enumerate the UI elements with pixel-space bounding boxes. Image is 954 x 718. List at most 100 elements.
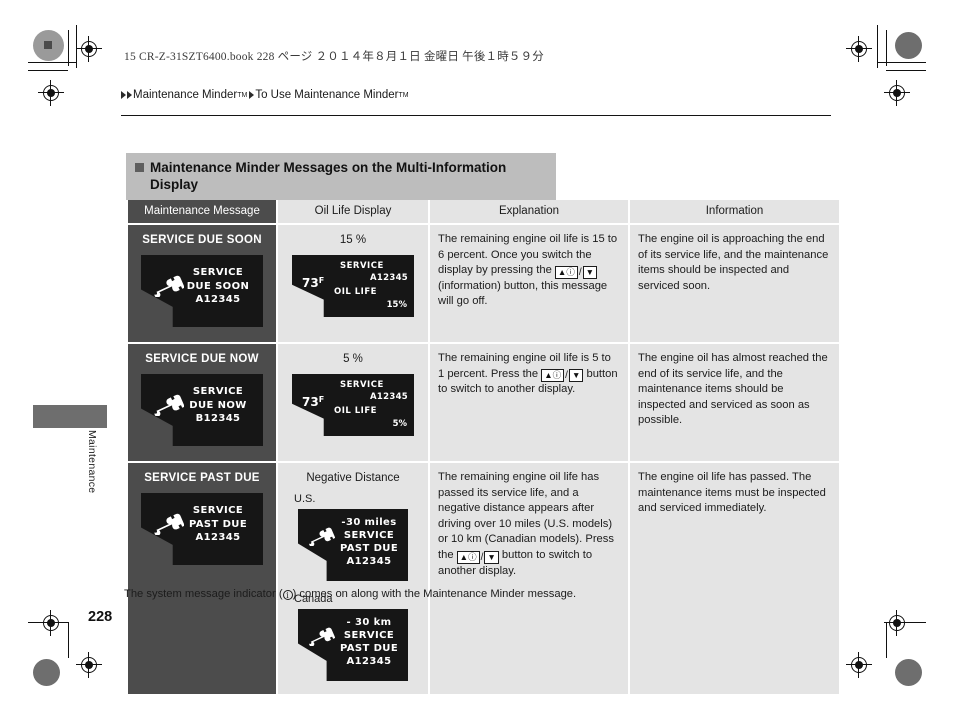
- lcd-line-2: PAST DUE: [188, 518, 248, 530]
- triangle-icon-3: [249, 91, 255, 99]
- lcd-line-3: A12345: [195, 294, 241, 305]
- table-row: SERVICE PAST DUE SERVICE PAST DUE A12345: [128, 463, 839, 694]
- explanation-cell: The remaining engine oil life has passed…: [430, 463, 628, 694]
- oil-life-display-cell: 15 % 73F SERVICE A12345 OIL LIFE 15%: [278, 225, 428, 342]
- maintenance-message-cell: SERVICE DUE NOW SERVICE DUE NOW B12345: [128, 344, 276, 461]
- lcd-line-2: SERVICE: [343, 530, 395, 541]
- lcd-line-1: - 30 km: [346, 617, 392, 628]
- lcd-oil-life-value: 5%: [392, 419, 407, 429]
- registration-mark-br: [884, 610, 910, 636]
- registration-mark-bl: [38, 610, 64, 636]
- information-cell: The engine oil is approaching the end of…: [630, 225, 839, 342]
- glyph-down-arrow: ▼: [585, 266, 595, 277]
- footnote-text-post: ) comes on along with the Maintenance Mi…: [292, 588, 577, 600]
- lcd-line-1: SERVICE: [192, 267, 244, 278]
- manual-page: 15 CR-Z-31SZT6400.book 228 ページ ２０１４年８月１日…: [0, 0, 954, 718]
- lcd-line-2: DUE NOW: [189, 399, 247, 411]
- oil-life-percent: 5 %: [343, 353, 363, 365]
- lcd-oil-life-label: OIL LIFE: [334, 287, 377, 297]
- print-blob-mark-br: [895, 659, 922, 686]
- breadcrumb-item-1-trademark: TM: [237, 91, 248, 99]
- breadcrumb-item-1[interactable]: Maintenance Minder: [133, 89, 237, 101]
- lcd-line-3: A12345: [195, 532, 241, 543]
- wrench-icon: [150, 513, 184, 535]
- page-number: 228: [88, 609, 113, 625]
- triangle-icon-2: [127, 91, 132, 99]
- registration-mark-tr2: [884, 80, 910, 106]
- lcd-text: SERVICE DUE SOON A12345: [181, 266, 255, 307]
- crop-line-tl-v: [68, 30, 69, 66]
- crop-line-bl-h: [28, 622, 69, 623]
- system-message-indicator-icon: i: [282, 590, 293, 600]
- registration-mark-bl2: [76, 652, 102, 678]
- lcd-display-canada-negative-distance: - 30 km SERVICE PAST DUE A12345: [298, 609, 408, 681]
- lcd-line-3: PAST DUE: [339, 643, 399, 654]
- lcd-line-2: SERVICE: [343, 630, 395, 641]
- crop-line-tl-v2: [76, 25, 77, 68]
- region-label-us: U.S.: [294, 493, 316, 505]
- crop-line-br-v: [886, 622, 887, 658]
- lcd-line-3: B12345: [195, 413, 241, 424]
- crop-line-tl-h: [28, 70, 68, 71]
- print-blob-mark-tr: [895, 32, 922, 59]
- column-header-explanation: Explanation: [430, 200, 628, 223]
- explanation-cell: The remaining engine oil life is 5 to 1 …: [430, 344, 628, 461]
- lcd-oil-life-value: 15%: [386, 300, 407, 310]
- breadcrumb-item-2[interactable]: To Use Maintenance Minder: [255, 89, 398, 101]
- table-header-row: Maintenance Message Oil Life Display Exp…: [128, 200, 839, 223]
- lcd-text: SERVICE PAST DUE A12345: [181, 504, 255, 545]
- info-button-glyph: ▲ⓘ / ▼: [456, 550, 499, 564]
- glyph-up-arrow: ▲: [544, 370, 553, 381]
- lcd-line-1: -30 miles: [341, 517, 397, 528]
- lcd-display-oil-life: 73F SERVICE A12345 OIL LIFE 15%: [292, 255, 414, 317]
- wrench-icon: [150, 394, 184, 416]
- lcd-line-3: PAST DUE: [339, 543, 399, 554]
- lcd-line-4: A12345: [346, 556, 392, 567]
- explanation-text-pre: The remaining engine oil life has passed…: [438, 471, 614, 561]
- oil-life-display-cell: 5 % 73F SERVICE A12345 OIL LIFE 5%: [278, 344, 428, 461]
- section-title: Maintenance Minder Messages on the Multi…: [126, 153, 556, 200]
- negative-distance-heading: Negative Distance: [306, 472, 400, 484]
- maintenance-messages-table: Maintenance Message Oil Life Display Exp…: [126, 198, 841, 696]
- message-label: SERVICE DUE NOW: [145, 353, 259, 365]
- crop-line-tl-h2: [28, 62, 76, 63]
- column-header-maintenance-message: Maintenance Message: [128, 200, 276, 223]
- lcd-oil-life-label: OIL LIFE: [334, 406, 377, 416]
- glyph-up-arrow: ▲: [459, 551, 469, 562]
- section-title-line2: Display: [150, 177, 199, 192]
- crop-line-tr-v: [886, 30, 887, 66]
- square-bullet-icon: [135, 163, 144, 172]
- lcd-text: - 30 km SERVICE PAST DUE A12345: [336, 616, 402, 668]
- header-divider: [121, 115, 831, 117]
- table-row: SERVICE DUE SOON SERVICE DUE SOON A12345: [128, 225, 839, 342]
- section-title-line1: Maintenance Minder Messages on the Multi…: [150, 160, 507, 175]
- crop-line-br-h: [886, 622, 926, 623]
- information-cell: The engine oil has almost reached the en…: [630, 344, 839, 461]
- footnote-text-pre: The system message indicator (: [124, 588, 283, 600]
- maintenance-message-cell: SERVICE PAST DUE SERVICE PAST DUE A12345: [128, 463, 276, 694]
- print-blob-mark-bl: [33, 659, 60, 686]
- print-file-header: 15 CR-Z-31SZT6400.book 228 ページ ２０１４年８月１日…: [124, 51, 545, 63]
- info-button-glyph: ▲ⓘ / ▼: [541, 369, 584, 383]
- footnote: The system message indicator (i) comes o…: [124, 588, 576, 600]
- crop-line-tr-h: [886, 70, 926, 71]
- lcd-line-2: DUE SOON: [186, 280, 250, 292]
- breadcrumb: Maintenance Minder TM To Use Maintenance…: [121, 89, 409, 101]
- explanation-cell: The remaining engine oil life is 15 to 6…: [430, 225, 628, 342]
- registration-mark-br2: [846, 652, 872, 678]
- explanation-text-post: (information) button, this message will …: [438, 279, 608, 308]
- lcd-text: -30 miles SERVICE PAST DUE A12345: [336, 516, 402, 568]
- glyph-down-arrow: ▼: [487, 551, 496, 562]
- message-label: SERVICE DUE SOON: [142, 234, 262, 246]
- oil-life-display-cell: Negative Distance U.S. -30 miles SERVICE: [278, 463, 428, 694]
- lcd-line-1: SERVICE: [192, 386, 244, 397]
- message-label: SERVICE PAST DUE: [144, 472, 260, 484]
- lcd-line-1: SERVICE: [192, 505, 244, 516]
- lcd-display-oil-life: 73F SERVICE A12345 OIL LIFE 5%: [292, 374, 414, 436]
- glyph-info-circle: ⓘ: [566, 266, 575, 277]
- registration-mark-tl2: [38, 80, 64, 106]
- side-tab-marker: [33, 405, 107, 428]
- table-row: SERVICE DUE NOW SERVICE DUE NOW B12345 5…: [128, 344, 839, 461]
- registration-mark-tl: [76, 36, 102, 62]
- wrench-icon: [305, 527, 339, 549]
